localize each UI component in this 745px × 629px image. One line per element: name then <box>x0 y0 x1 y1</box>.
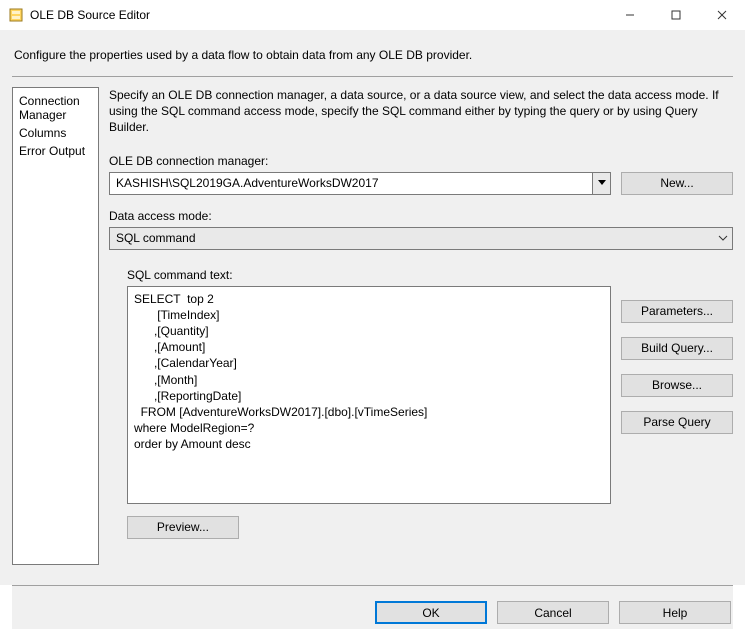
main-pane: Specify an OLE DB connection manager, a … <box>109 87 733 565</box>
sidebar-item-columns[interactable]: Columns <box>19 124 92 142</box>
connection-manager-value: KASHISH\SQL2019GA.AdventureWorksDW2017 <box>110 173 592 194</box>
data-access-mode-dropdown[interactable]: SQL command <box>109 227 733 250</box>
maximize-button[interactable] <box>653 0 699 30</box>
data-access-mode-value: SQL command <box>110 228 714 249</box>
build-query-button[interactable]: Build Query... <box>621 337 733 360</box>
ok-button[interactable]: OK <box>375 601 487 624</box>
parameters-button[interactable]: Parameters... <box>621 300 733 323</box>
help-button[interactable]: Help <box>619 601 731 624</box>
title-bar: OLE DB Source Editor <box>0 0 745 30</box>
new-connection-button[interactable]: New... <box>621 172 733 195</box>
sidebar-item-error-output[interactable]: Error Output <box>19 142 92 160</box>
intro-text: Configure the properties used by a data … <box>12 42 733 76</box>
chevron-down-icon <box>714 228 732 249</box>
cancel-button[interactable]: Cancel <box>497 601 609 624</box>
preview-button[interactable]: Preview... <box>127 516 239 539</box>
parse-query-button[interactable]: Parse Query <box>621 411 733 434</box>
minimize-button[interactable] <box>607 0 653 30</box>
data-access-mode-label: Data access mode: <box>109 209 733 223</box>
dialog-footer: OK Cancel Help <box>12 585 733 629</box>
dropdown-arrow-icon <box>592 173 610 194</box>
browse-button[interactable]: Browse... <box>621 374 733 397</box>
sidebar-item-connection-manager[interactable]: Connection Manager <box>19 92 92 124</box>
divider <box>12 76 733 77</box>
connection-manager-label: OLE DB connection manager: <box>109 154 733 168</box>
app-icon <box>8 7 24 23</box>
close-button[interactable] <box>699 0 745 30</box>
sql-command-label: SQL command text: <box>127 268 611 282</box>
window-title: OLE DB Source Editor <box>30 8 150 22</box>
content-area: Configure the properties used by a data … <box>0 30 745 585</box>
side-nav: Connection Manager Columns Error Output <box>12 87 99 565</box>
sql-command-textarea[interactable] <box>127 286 611 504</box>
connection-manager-dropdown[interactable]: KASHISH\SQL2019GA.AdventureWorksDW2017 <box>109 172 611 195</box>
help-text: Specify an OLE DB connection manager, a … <box>109 87 733 136</box>
